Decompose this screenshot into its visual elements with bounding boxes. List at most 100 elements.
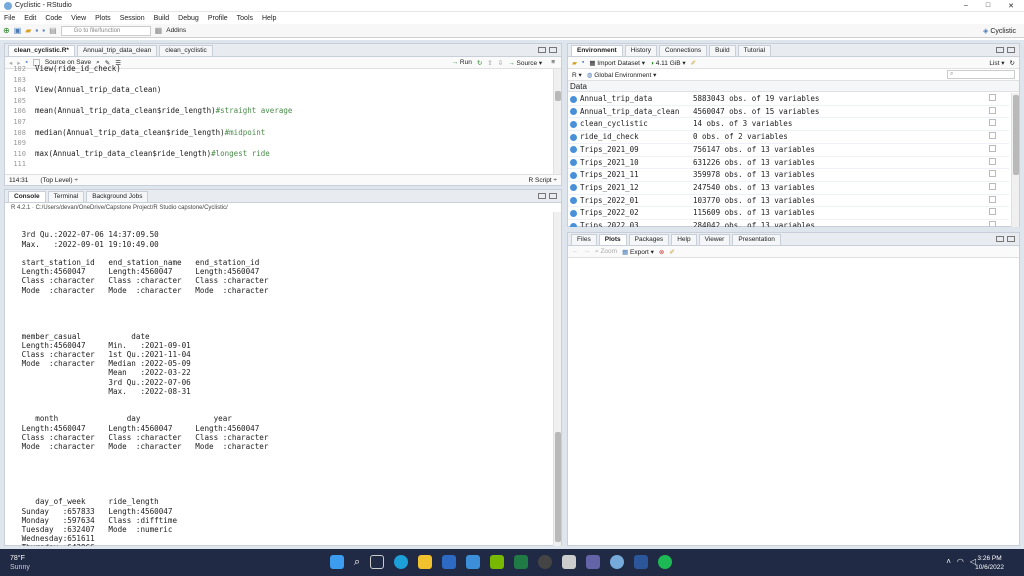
- task-view-icon[interactable]: [370, 555, 385, 569]
- tab-history[interactable]: History: [624, 45, 657, 56]
- expand-data-icon[interactable]: [570, 184, 577, 192]
- scope-indicator[interactable]: (Top Level) ÷: [40, 177, 78, 184]
- save-all-icon[interactable]: ▪: [42, 26, 45, 35]
- menu-edit[interactable]: Edit: [24, 15, 36, 22]
- tab-plots[interactable]: Plots: [598, 234, 627, 245]
- menu-build[interactable]: Build: [154, 15, 170, 22]
- file-explorer-icon[interactable]: [418, 555, 433, 569]
- env-row[interactable]: Annual_trip_data_clean 4560047 obs. of 15…: [568, 105, 1009, 119]
- search-icon[interactable]: ⌕: [354, 556, 360, 569]
- load-workspace-icon[interactable]: ▰: [572, 59, 577, 67]
- xbox-icon[interactable]: [538, 555, 553, 569]
- expand-data-icon[interactable]: [570, 120, 577, 128]
- view-table-icon[interactable]: [989, 170, 996, 178]
- menu-plots[interactable]: Plots: [95, 15, 111, 22]
- environment-scrollbar[interactable]: [1011, 93, 1019, 227]
- code-line[interactable]: 105: [5, 96, 551, 107]
- code-line[interactable]: 104 View(Annual_trip_data_clean): [5, 85, 551, 96]
- next-plot-icon[interactable]: →: [584, 248, 591, 255]
- excel-icon[interactable]: [514, 555, 529, 569]
- console-output[interactable]: 3rd Qu.:2022-07-06 14:37:09.50 Max. :202…: [5, 212, 551, 546]
- chevron-up-icon[interactable]: ˄: [946, 557, 951, 566]
- menu-debug[interactable]: Debug: [178, 15, 199, 22]
- open-file-icon[interactable]: ▰: [25, 26, 31, 35]
- tab-packages[interactable]: Packages: [628, 234, 670, 245]
- maximize-pane-icon[interactable]: [1007, 236, 1015, 242]
- rstudio-taskbar-icon[interactable]: [610, 555, 625, 569]
- env-row[interactable]: Trips_2021_11 359978 obs. of 13 variables: [568, 168, 1009, 182]
- console-scroll-thumb[interactable]: [555, 432, 561, 542]
- env-row[interactable]: Trips_2021_10 631226 obs. of 13 variables: [568, 156, 1009, 170]
- menu-tools[interactable]: Tools: [237, 15, 253, 22]
- expand-data-icon[interactable]: [570, 209, 577, 217]
- code-line[interactable]: 110 max(Annual_trip_data_clean$ride_lengt…: [5, 149, 551, 160]
- outline-icon[interactable]: ≡: [551, 59, 561, 66]
- maximize-button[interactable]: □: [986, 2, 990, 10]
- minimize-pane-icon[interactable]: [538, 47, 546, 53]
- export-button[interactable]: ▦ Export ▾: [622, 248, 654, 256]
- clock[interactable]: 3:26 PM 10/6/2022: [975, 554, 1004, 572]
- view-table-icon[interactable]: [989, 132, 996, 140]
- spotify-icon[interactable]: [658, 555, 673, 569]
- env-row[interactable]: Trips_2022_02 115609 obs. of 13 variables: [568, 206, 1009, 221]
- minimize-pane-icon[interactable]: [996, 47, 1004, 53]
- goto-file-input[interactable]: Go to file/function: [60, 25, 151, 36]
- menu-session[interactable]: Session: [120, 15, 145, 22]
- code-line[interactable]: 109: [5, 138, 551, 149]
- expand-data-icon[interactable]: [570, 133, 577, 141]
- view-table-icon[interactable]: [989, 221, 996, 227]
- view-table-icon[interactable]: [989, 144, 996, 152]
- refresh-icon[interactable]: ↻: [1010, 59, 1019, 67]
- expand-data-icon[interactable]: [570, 197, 577, 205]
- photos-icon[interactable]: [562, 555, 577, 569]
- tab-terminal[interactable]: Terminal: [47, 191, 85, 202]
- code-area[interactable]: 102 View(ride_id_check) 103 104 View(Annual_…: [5, 64, 551, 170]
- teams-icon[interactable]: [586, 555, 601, 569]
- weather-widget[interactable]: 78°F Sunny: [10, 554, 30, 572]
- new-file-icon[interactable]: ⊕: [3, 26, 10, 35]
- tab-clean-cyclistic-r-[interactable]: clean_cyclistic.R*: [8, 45, 75, 56]
- view-table-icon[interactable]: [989, 208, 996, 216]
- env-row[interactable]: Trips_2022_01 103770 obs. of 13 variables: [568, 194, 1009, 208]
- code-line[interactable]: 103: [5, 75, 551, 86]
- list-view-dropdown[interactable]: List ▾: [989, 59, 1004, 67]
- code-line[interactable]: 106 mean(Annual_trip_data_clean$ride_leng…: [5, 106, 551, 117]
- edge-icon[interactable]: [394, 555, 409, 569]
- memory-usage[interactable]: ◑ 4.11 GiB ▾: [650, 59, 686, 67]
- view-table-icon[interactable]: [989, 106, 996, 114]
- start-icon[interactable]: [330, 555, 344, 569]
- broom-icon[interactable]: ✐: [691, 59, 696, 67]
- code-line[interactable]: 102 View(ride_id_check): [5, 64, 551, 75]
- tab-presentation[interactable]: Presentation: [732, 234, 781, 245]
- tab-help[interactable]: Help: [671, 234, 697, 245]
- zoom-button[interactable]: ⌕ Zoom: [595, 248, 617, 256]
- env-row[interactable]: Trips_2021_12 247540 obs. of 13 variables: [568, 181, 1009, 195]
- view-table-icon[interactable]: [989, 157, 996, 165]
- menu-profile[interactable]: Profile: [208, 15, 228, 22]
- import-dataset-button[interactable]: ▦ Import Dataset ▾: [589, 59, 645, 67]
- addins-button[interactable]: Addins: [166, 27, 186, 34]
- mail-icon[interactable]: [466, 555, 481, 569]
- new-project-icon[interactable]: ▣: [14, 26, 22, 35]
- close-button[interactable]: ✕: [1008, 2, 1014, 10]
- store-icon[interactable]: [442, 555, 457, 569]
- expand-data-icon[interactable]: [570, 108, 577, 116]
- tab-viewer[interactable]: Viewer: [698, 234, 731, 245]
- tab-console[interactable]: Console: [8, 191, 46, 202]
- save-icon[interactable]: ▪: [35, 26, 38, 35]
- remove-plot-icon[interactable]: ⊗: [659, 248, 664, 256]
- tab-files[interactable]: Files: [571, 234, 597, 245]
- menu-help[interactable]: Help: [262, 15, 276, 22]
- env-row[interactable]: clean_cyclistic 14 obs. of 3 variables: [568, 117, 1009, 132]
- expand-data-icon[interactable]: [570, 159, 577, 167]
- tab-tutorial[interactable]: Tutorial: [737, 45, 772, 56]
- expand-data-icon[interactable]: [570, 146, 577, 154]
- file-type-indicator[interactable]: R Script ÷: [529, 177, 558, 184]
- maximize-pane-icon[interactable]: [549, 47, 557, 53]
- nvidia-icon[interactable]: [490, 555, 505, 569]
- tab-build[interactable]: Build: [709, 45, 736, 56]
- language-dropdown[interactable]: R ▾: [572, 71, 582, 79]
- scope-dropdown[interactable]: ◍ Global Environment ▾: [587, 71, 657, 79]
- save-workspace-icon[interactable]: ▪: [582, 59, 584, 66]
- maximize-pane-icon[interactable]: [1007, 47, 1015, 53]
